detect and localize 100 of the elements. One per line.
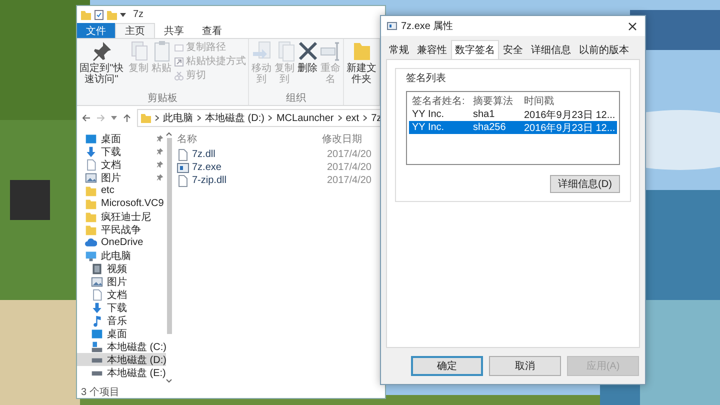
chevron-icon bbox=[363, 115, 368, 121]
desktop-icon bbox=[91, 328, 103, 340]
group-label: 组织 bbox=[285, 93, 307, 105]
ribbon-tab[interactable]: 主页 bbox=[115, 23, 155, 38]
ribbon-button[interactable]: 新建文件夹 bbox=[346, 40, 377, 105]
folder-icon bbox=[81, 10, 91, 20]
nav-item[interactable]: 此电脑 bbox=[77, 249, 166, 262]
breadcrumb[interactable]: 此电脑 bbox=[163, 111, 193, 125]
dialog-button[interactable]: 取消 bbox=[489, 356, 561, 376]
document-icon bbox=[91, 288, 103, 300]
shortcut-icon bbox=[174, 56, 184, 66]
file-name[interactable]: 7z.dll bbox=[192, 149, 324, 160]
move-icon bbox=[250, 40, 272, 62]
nav-item[interactable]: 下载 bbox=[77, 145, 166, 158]
nav-item[interactable]: 疯狂迪士尼 bbox=[77, 210, 166, 223]
caret-icon bbox=[111, 115, 117, 121]
ribbon-tab[interactable]: 文件 bbox=[77, 23, 115, 38]
pin-icon bbox=[90, 40, 112, 62]
nav-item[interactable]: 文档 bbox=[77, 158, 166, 171]
breadcrumb[interactable]: ext bbox=[346, 112, 360, 124]
program-icon bbox=[387, 21, 397, 31]
nav-item[interactable]: 下载 bbox=[77, 301, 166, 314]
group-label: 签名列表 bbox=[406, 72, 447, 85]
properties-icon bbox=[94, 10, 104, 20]
close-icon bbox=[628, 22, 636, 30]
computer-icon bbox=[85, 250, 97, 262]
drive-icon bbox=[91, 340, 103, 352]
music-note-icon bbox=[91, 314, 103, 326]
chevron-icon bbox=[338, 115, 342, 121]
list-cell-text: sha256 bbox=[472, 122, 507, 133]
ribbon-button[interactable]: 删除 bbox=[297, 40, 318, 93]
path-icon bbox=[174, 42, 184, 52]
nav-item[interactable]: 平民战争 bbox=[77, 223, 166, 236]
nav-item[interactable]: 视频 bbox=[77, 262, 166, 275]
file-name[interactable]: 7-zip.dll bbox=[192, 175, 324, 186]
window-title: 7z.exe 属性 bbox=[401, 20, 454, 33]
window-title: 7z bbox=[133, 9, 144, 20]
list-cell-text: 2016年9月23日 12... bbox=[523, 122, 616, 134]
scroll-up-icon bbox=[166, 132, 172, 136]
ribbon-button[interactable]: 固定到"快速访问" bbox=[79, 40, 124, 93]
file-icon bbox=[177, 148, 189, 160]
nav-item[interactable]: OneDrive bbox=[77, 236, 166, 249]
nav-item[interactable]: 本地磁盘 (C:) bbox=[77, 340, 166, 353]
scroll-down-icon bbox=[166, 379, 172, 383]
delete-icon bbox=[296, 40, 318, 62]
desktop-icon bbox=[85, 132, 97, 144]
dialog-tab[interactable]: 常规 bbox=[385, 40, 413, 59]
nav-item[interactable]: 桌面 bbox=[77, 132, 166, 145]
dialog-tab[interactable]: 详细信息 bbox=[527, 40, 575, 59]
list-row[interactable]: YY Inc. sha1 2016年9月23日 12... bbox=[409, 108, 617, 121]
scrollbar-thumb[interactable] bbox=[166, 138, 172, 334]
scrollbar[interactable] bbox=[166, 130, 172, 385]
list-cell-text: 2016年9月23日 12... bbox=[523, 108, 616, 122]
folder-icon bbox=[107, 10, 117, 20]
chevron-icon bbox=[155, 115, 159, 121]
nav-item[interactable]: 文档 bbox=[77, 288, 166, 301]
breadcrumb[interactable]: 本地磁盘 (D:) bbox=[205, 111, 264, 125]
nav-item[interactable]: Microsoft.VC9 bbox=[77, 197, 166, 210]
list-row[interactable]: YY Inc. sha256 2016年9月23日 12... bbox=[409, 121, 617, 134]
nav-item[interactable]: 本地磁盘 (E:) bbox=[77, 366, 166, 379]
file-icon bbox=[177, 174, 189, 186]
column-header[interactable]: 时间戳 bbox=[521, 94, 554, 108]
nav-item[interactable]: 本地磁盘 (D:) bbox=[77, 353, 166, 366]
file-name[interactable]: 7z.exe bbox=[192, 162, 324, 173]
dialog-tab[interactable]: 兼容性 bbox=[413, 40, 451, 59]
nav-item[interactable]: 图片 bbox=[77, 171, 166, 184]
list-cell-text: YY Inc. bbox=[411, 122, 446, 133]
column-header[interactable]: 签名者姓名: bbox=[409, 94, 470, 108]
rename-icon bbox=[320, 40, 342, 62]
dialog-tab[interactable]: 安全 bbox=[499, 40, 527, 59]
folder-icon bbox=[141, 113, 151, 123]
document-icon bbox=[85, 158, 97, 170]
nav-item[interactable]: etc bbox=[77, 184, 166, 197]
column-header[interactable]: 摘要算法 bbox=[470, 94, 521, 108]
down-arrow-icon bbox=[91, 302, 103, 314]
status-text: 3 个项目 bbox=[80, 386, 120, 398]
film-icon bbox=[91, 262, 103, 274]
nav-item[interactable]: 桌面 bbox=[77, 327, 166, 340]
date-cell: 2017/4/20 bbox=[327, 149, 372, 160]
dialog-tab[interactable]: 以前的版本 bbox=[575, 40, 633, 59]
details-button[interactable]: 详细信息(D) bbox=[550, 175, 620, 193]
dialog-button[interactable]: 确定 bbox=[411, 356, 483, 376]
breadcrumb[interactable]: MCLauncher bbox=[276, 112, 334, 124]
dialog-tab[interactable]: 数字签名 bbox=[451, 40, 499, 59]
scissors-icon bbox=[174, 70, 184, 80]
picture-icon bbox=[91, 276, 103, 288]
nav-item[interactable]: 音乐 bbox=[77, 314, 166, 327]
program-icon bbox=[177, 162, 189, 174]
folder-icon bbox=[85, 184, 97, 196]
list-cell-text: sha1 bbox=[472, 109, 496, 120]
ribbon-tab[interactable]: 共享 bbox=[155, 23, 193, 38]
chevron-icon bbox=[268, 115, 272, 121]
folder-icon bbox=[85, 224, 97, 236]
folder-icon bbox=[85, 198, 97, 210]
column-header[interactable]: 修改日期 bbox=[322, 132, 362, 146]
group-label: 剪贴板 bbox=[146, 93, 178, 105]
ribbon-tab[interactable]: 查看 bbox=[193, 23, 231, 38]
caret-icon bbox=[120, 12, 126, 18]
column-header[interactable]: 名称 bbox=[177, 132, 322, 146]
nav-item[interactable]: 图片 bbox=[77, 275, 166, 288]
